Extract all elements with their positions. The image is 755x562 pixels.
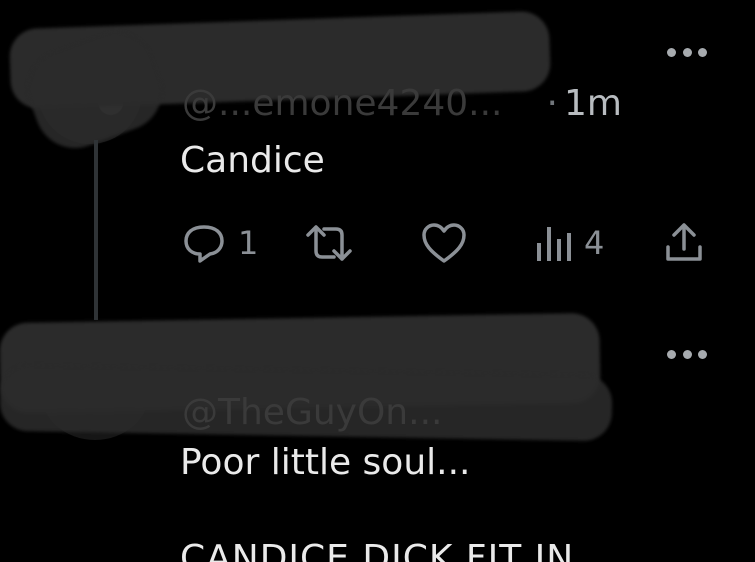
more-icon[interactable] [667,348,707,360]
thread-line [94,140,98,320]
tweet-text-line-2: CANDICE DICK FIT IN [180,538,575,562]
reply-icon [184,225,224,263]
like-button[interactable] [420,218,478,268]
user-handle[interactable]: @TheGuyOn... [182,392,442,433]
share-icon [666,223,702,261]
reply-count: 1 [238,224,259,262]
separator-dot: · [546,83,558,124]
views-count: 4 [584,224,605,262]
tweet-2[interactable]: @TheGuyOn... Poor little soul... CANDICE… [0,312,755,562]
like-icon [422,223,466,263]
retweet-button[interactable] [302,218,366,268]
tweet-1[interactable]: @...emone4240... · 1m Candice 1 4 [0,0,755,330]
tweet-meta: @TheGuyOn... [182,392,442,433]
tweet-actions: 1 4 [180,218,710,268]
tweet-text: Candice [180,140,325,181]
tweet-meta: @...emone4240... · 1m [182,83,622,124]
share-button[interactable] [662,218,706,268]
user-handle[interactable]: @...emone4240... [182,83,502,124]
retweet-icon [306,225,352,261]
tweet-text-line-1: Poor little soul... [180,442,471,483]
views-icon [537,227,571,261]
more-icon[interactable] [667,46,707,58]
timestamp[interactable]: 1m [564,83,622,124]
views-button[interactable]: 4 [534,218,604,268]
reply-button[interactable]: 1 [180,218,258,268]
